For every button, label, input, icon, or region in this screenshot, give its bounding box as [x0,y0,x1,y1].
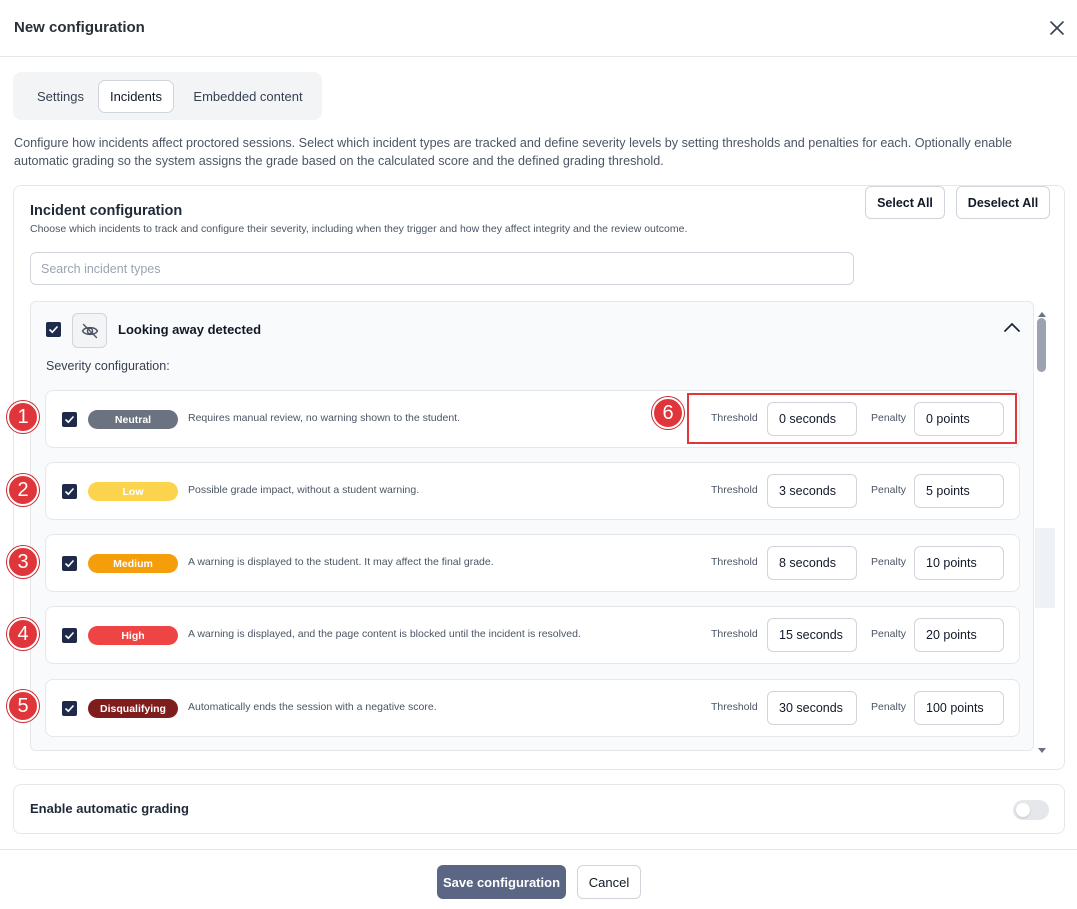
threshold-input[interactable] [767,691,857,725]
card-subtitle: Choose which incidents to track and conf… [30,223,688,235]
severity-row-medium: Medium A warning is displayed to the stu… [45,534,1020,592]
incident-configuration-card: Incident configuration Choose which inci… [13,185,1065,770]
threshold-label: Threshold [711,484,758,496]
severity-description: Possible grade impact, without a student… [188,484,420,496]
severity-description: A warning is displayed, and the page con… [188,628,581,640]
severity-checkbox[interactable] [62,556,77,571]
dialog-header: New configuration [0,0,1077,57]
save-configuration-button[interactable]: Save configuration [437,865,566,899]
annotation-marker: 1 [7,401,39,433]
threshold-input[interactable] [767,546,857,580]
penalty-label: Penalty [871,556,907,568]
severity-badge: Low [88,482,178,501]
cancel-button[interactable]: Cancel [577,865,641,899]
penalty-input[interactable] [914,546,1004,580]
severity-checkbox[interactable] [62,484,77,499]
automatic-grading-label: Enable automatic grading [30,801,189,816]
penalty-label: Penalty [871,628,907,640]
eye-off-icon [72,313,107,348]
annotation-marker: 3 [7,546,39,578]
tab-settings[interactable]: Settings [21,80,100,113]
scroll-area-shade [1035,528,1055,608]
penalty-input[interactable] [914,691,1004,725]
search-input[interactable] [30,252,854,285]
severity-badge: High [88,626,178,645]
incident-group: Looking away detected Severity configura… [30,301,1034,751]
threshold-input[interactable] [767,618,857,652]
severity-configuration-label: Severity configuration: [46,359,170,373]
dialog-title: New configuration [14,19,145,36]
scrollbar-thumb[interactable] [1037,318,1046,372]
toggle-knob [1016,803,1030,817]
annotation-marker: 4 [7,618,39,650]
severity-checkbox[interactable] [62,412,77,427]
threshold-label: Threshold [711,701,758,713]
severity-row-low: Low Possible grade impact, without a stu… [45,462,1020,520]
tab-incidents[interactable]: Incidents [98,80,174,113]
incident-name: Looking away detected [118,322,262,337]
severity-checkbox[interactable] [62,701,77,716]
card-title: Incident configuration [30,203,183,219]
severity-row-high: High A warning is displayed, and the pag… [45,606,1020,664]
threshold-input[interactable] [767,474,857,508]
penalty-input[interactable] [914,474,1004,508]
tab-bar: Settings Incidents Embedded content [13,72,322,120]
tab-embedded-content[interactable]: Embedded content [179,80,317,113]
severity-badge: Neutral [88,410,178,429]
severity-description: Automatically ends the session with a ne… [188,701,437,713]
annotation-marker: 5 [7,690,39,722]
close-icon[interactable] [1046,17,1068,39]
scroll-down-arrow-icon[interactable] [1037,742,1047,760]
incident-checkbox[interactable] [46,322,61,337]
threshold-label: Threshold [711,628,758,640]
severity-description: Requires manual review, no warning shown… [188,412,460,424]
annotation-marker: 6 [652,397,684,429]
select-all-button[interactable]: Select All [865,186,945,219]
automatic-grading-section: Enable automatic grading [13,784,1065,834]
penalty-input[interactable] [914,618,1004,652]
threshold-label: Threshold [711,556,758,568]
penalty-label: Penalty [871,701,907,713]
severity-description: A warning is displayed to the student. I… [188,556,494,568]
intro-text: Configure how incidents affect proctored… [14,136,1013,168]
dialog-footer: Save configuration Cancel [0,849,1077,909]
severity-checkbox[interactable] [62,628,77,643]
severity-badge: Disqualifying [88,699,178,718]
annotation-marker: 2 [7,474,39,506]
deselect-all-button[interactable]: Deselect All [956,186,1050,219]
severity-badge: Medium [88,554,178,573]
automatic-grading-toggle[interactable] [1013,800,1049,820]
penalty-label: Penalty [871,484,907,496]
annotation-highlight-box [687,393,1017,444]
severity-row-disqualifying: Disqualifying Automatically ends the ses… [45,679,1020,737]
chevron-up-icon[interactable] [1002,320,1022,339]
